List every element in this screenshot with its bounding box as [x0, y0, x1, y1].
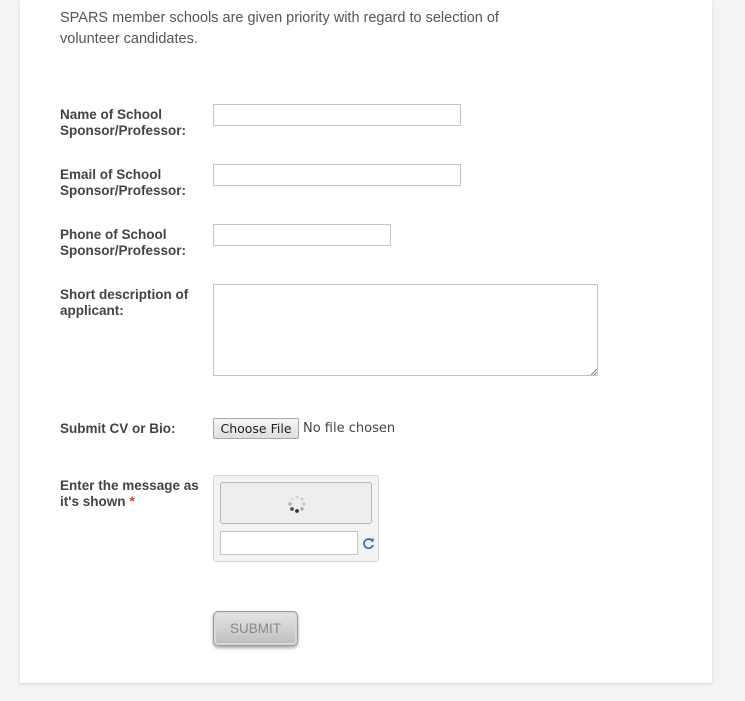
captcha-widget: [213, 475, 379, 562]
captcha-input[interactable]: [220, 531, 358, 555]
submit-button[interactable]: SUBMIT: [213, 611, 298, 646]
intro-text: SPARS member schools are given priority …: [60, 10, 499, 47]
captcha-label-line2: it's shown: [60, 494, 126, 509]
resize-grip-icon[interactable]: [590, 368, 597, 375]
sponsor-name-label-line1: Name of School: [60, 107, 163, 122]
choose-file-button[interactable]: Choose File: [213, 418, 299, 439]
sponsor-email-input[interactable]: [213, 164, 461, 186]
description-label-line1: Short description of: [60, 287, 189, 302]
sponsor-phone-input[interactable]: [213, 224, 391, 246]
cv-upload-label: Submit CV or Bio:: [60, 421, 176, 436]
captcha-image: [220, 482, 372, 524]
description-label-line2: applicant:: [60, 303, 124, 318]
sponsor-name-label-line2: Sponsor/Professor:: [60, 123, 187, 138]
captcha-label: Enter the message as it's shown *: [60, 478, 210, 510]
description-label: Short description of applicant:: [60, 287, 210, 319]
description-textarea[interactable]: [213, 284, 598, 376]
sponsor-email-label: Email of School Sponsor/Professor:: [60, 167, 210, 199]
captcha-label-line2-row: it's shown *: [60, 494, 210, 510]
sponsor-name-input[interactable]: [213, 104, 461, 126]
loading-spinner-icon: [288, 495, 306, 513]
sponsor-email-label-line1: Email of School: [60, 167, 162, 182]
file-status-text: No file chosen: [303, 421, 396, 436]
sponsor-phone-label-line1: Phone of School: [60, 227, 167, 242]
form-card: SPARS member schools are given priority …: [20, 0, 712, 683]
refresh-icon[interactable]: [362, 537, 375, 550]
required-marker: *: [129, 494, 135, 509]
sponsor-email-label-line2: Sponsor/Professor:: [60, 183, 187, 198]
sponsor-phone-label-line2: Sponsor/Professor:: [60, 243, 187, 258]
sponsor-phone-label: Phone of School Sponsor/Professor:: [60, 227, 210, 259]
captcha-label-line1: Enter the message as: [60, 478, 199, 493]
sponsor-name-label: Name of School Sponsor/Professor:: [60, 107, 210, 139]
